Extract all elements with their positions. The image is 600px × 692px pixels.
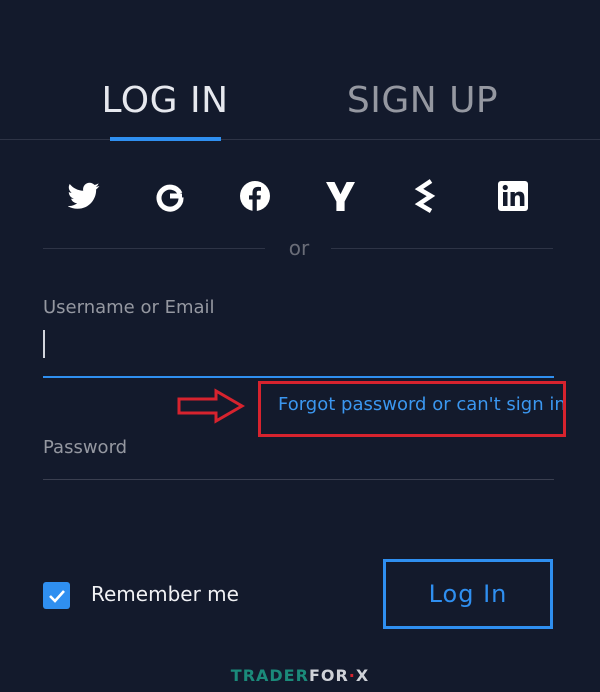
divider-left xyxy=(43,248,265,249)
watermark-part1: TRADER xyxy=(230,666,309,685)
check-icon xyxy=(48,589,65,603)
yahoo-icon[interactable] xyxy=(321,176,361,216)
tab-login[interactable]: LOG IN xyxy=(100,70,230,130)
remember-me-label[interactable]: Remember me xyxy=(91,582,239,606)
annotation-arrow-icon xyxy=(176,388,246,428)
watermark-dot-icon: · xyxy=(348,666,356,685)
active-tab-indicator xyxy=(110,137,221,141)
watermark-part2: FOR xyxy=(308,666,349,685)
divider-right xyxy=(331,248,553,249)
facebook-icon[interactable] xyxy=(235,176,275,216)
watermark-part3: X xyxy=(355,666,370,685)
stocktwits-icon[interactable] xyxy=(406,176,446,216)
twitter-icon[interactable] xyxy=(64,176,104,216)
username-input[interactable] xyxy=(43,326,554,366)
text-caret xyxy=(43,330,45,358)
watermark: TRADERFOR·X xyxy=(0,666,600,685)
google-icon[interactable] xyxy=(150,176,190,216)
linkedin-icon[interactable] xyxy=(493,176,533,216)
username-underline xyxy=(43,376,554,378)
username-label: Username or Email xyxy=(43,297,215,318)
annotation-highlight-box xyxy=(258,381,566,437)
password-underline xyxy=(43,479,554,480)
login-button[interactable]: Log In xyxy=(383,559,553,629)
tab-signup[interactable]: SIGN UP xyxy=(340,70,505,130)
divider-or-text: or xyxy=(288,236,310,260)
remember-me-checkbox[interactable] xyxy=(43,582,70,609)
tab-divider xyxy=(0,139,600,140)
